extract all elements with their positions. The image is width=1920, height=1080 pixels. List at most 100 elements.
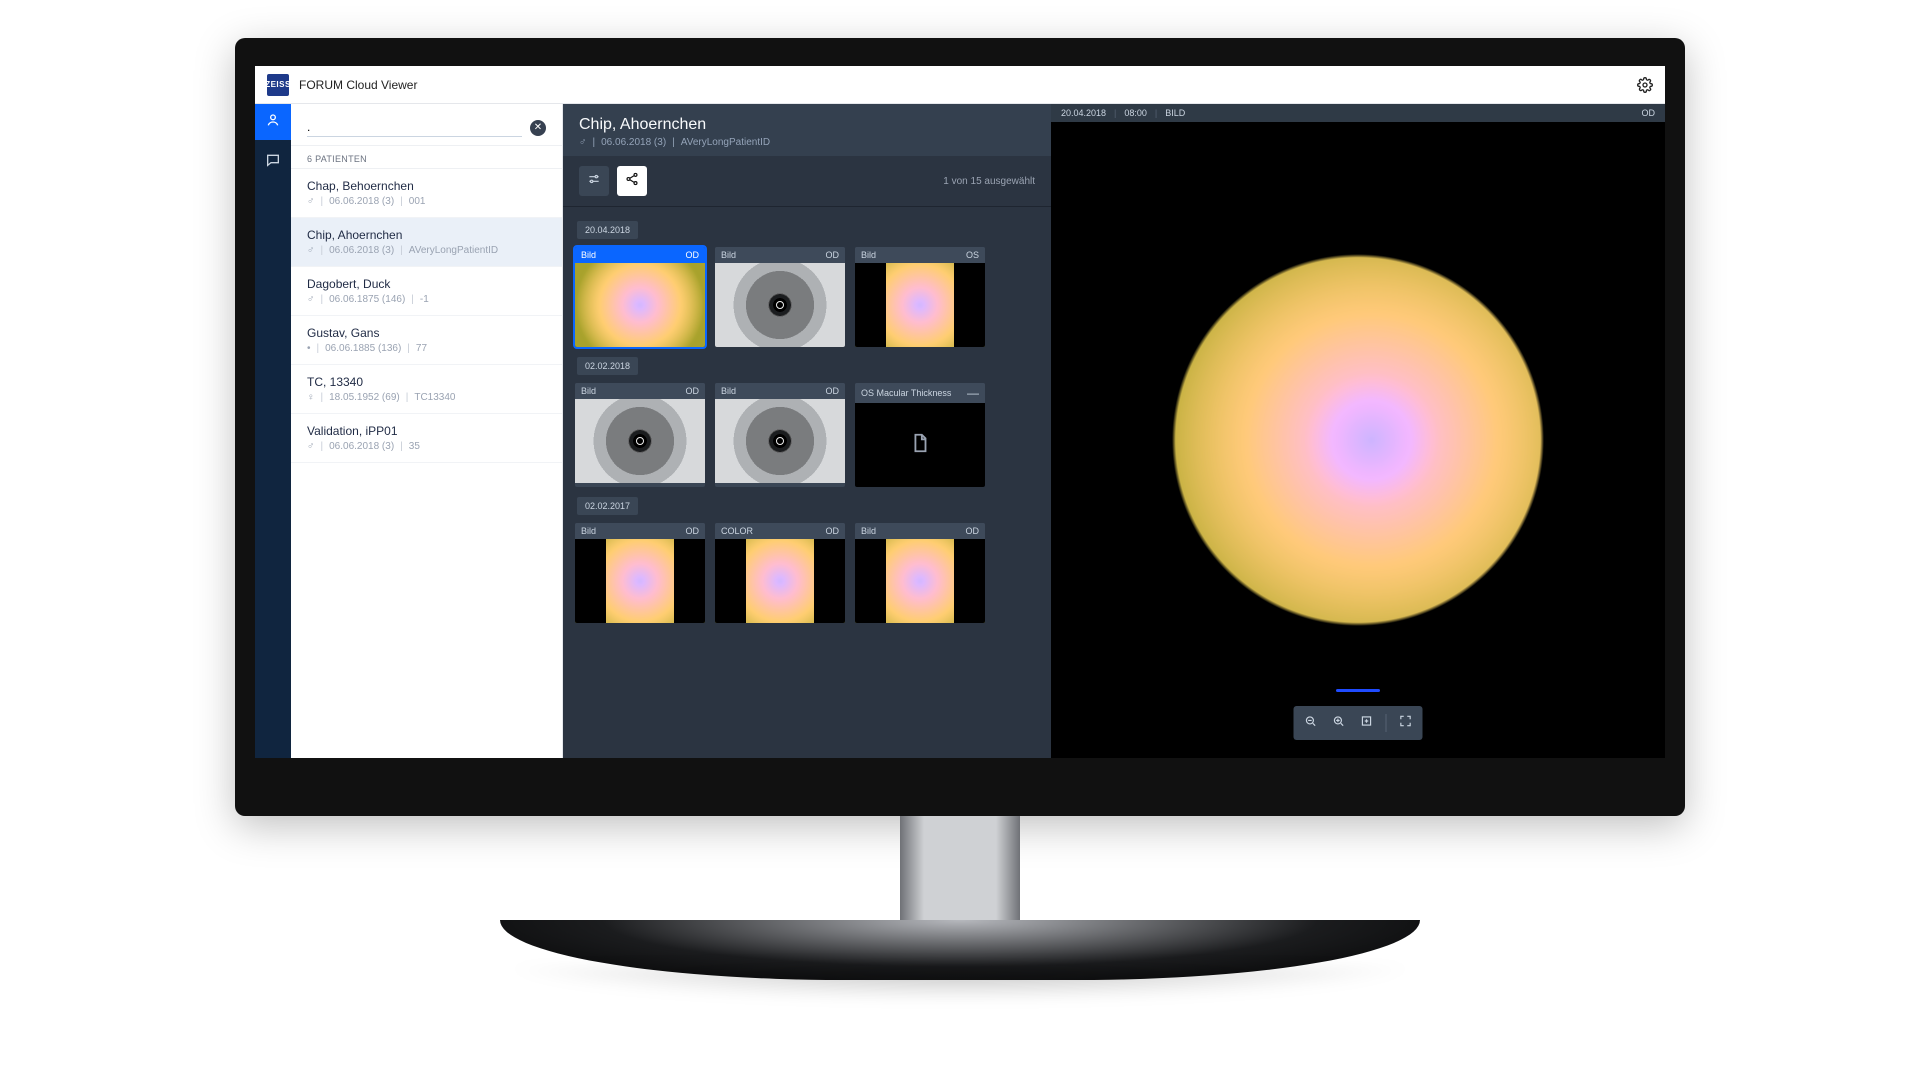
thumbnail[interactable]: Bild OD (575, 383, 705, 487)
thumbnail-image (855, 403, 985, 487)
thumbnail-gallery[interactable]: 20.04.2018 Bild OD Bild OD Bild OS 02.02… (563, 207, 1051, 758)
thumbnail[interactable]: OS Macular Thickness — (855, 383, 985, 487)
patient-item-sex: ♀ (307, 392, 315, 403)
patient-item-name: TC, 13340 (307, 375, 546, 389)
thumbnail-image (715, 539, 845, 623)
patient-item-dob: 06.06.1875 (146) (329, 294, 405, 305)
filter-button[interactable] (579, 166, 609, 196)
gear-icon[interactable] (1637, 77, 1653, 93)
person-icon (265, 112, 281, 133)
zoom-in-button[interactable] (1326, 710, 1352, 736)
patient-item-name: Dagobert, Duck (307, 277, 546, 291)
thumbnail[interactable]: Bild OD (575, 247, 705, 347)
patient-item[interactable]: Validation, iPP01 ♂ | 06.06.2018 (3) | 3… (291, 414, 562, 463)
search-input[interactable] (307, 118, 522, 137)
patient-name: Chip, Ahoernchen (579, 116, 1035, 134)
patient-item-id: -1 (420, 294, 429, 305)
thumbnail-image (715, 399, 845, 483)
viewer-eye: OD (1642, 108, 1656, 118)
fullscreen-button[interactable] (1393, 710, 1419, 736)
patient-item-dob: 06.06.2018 (3) (329, 196, 394, 207)
study-panel: Chip, Ahoernchen ♂ | 06.06.2018 (3) | AV… (563, 104, 1051, 758)
patient-item[interactable]: Chap, Behoernchen ♂ | 06.06.2018 (3) | 0… (291, 169, 562, 218)
patient-item[interactable]: Dagobert, Duck ♂ | 06.06.1875 (146) | -1 (291, 267, 562, 316)
patient-item-name: Validation, iPP01 (307, 424, 546, 438)
thumbnail-image (575, 263, 705, 347)
nav-rail (255, 104, 291, 758)
thumbnail-label: COLOR (721, 526, 753, 536)
clear-search-button[interactable]: ✕ (530, 120, 546, 136)
selection-count: 1 von 15 ausgewählt (943, 176, 1035, 187)
thumbnail-eye: OS (966, 250, 979, 260)
thumbnail-label: Bild (861, 250, 876, 260)
thumbnail-eye: OD (826, 526, 840, 536)
patient-id: AVeryLongPatientID (681, 137, 770, 148)
chat-icon (265, 152, 281, 173)
thumbnail[interactable]: Bild OD (855, 523, 985, 623)
patient-item-dob: 18.05.1952 (69) (329, 392, 400, 403)
thumbnail-eye: OD (686, 250, 700, 260)
thumbnail-label: Bild (861, 526, 876, 536)
patient-item-dob: 06.06.2018 (3) (329, 441, 394, 452)
thumbnail[interactable]: COLOR OD (715, 523, 845, 623)
thumbnail-eye: OD (966, 526, 980, 536)
image-viewer: 20.04.2018 | 08:00 | BILD OD (1051, 104, 1665, 758)
patient-item-sex: ♂ (307, 441, 315, 452)
topbar: ZEISS FORUM Cloud Viewer (255, 66, 1665, 104)
thumbnail-eye: OD (826, 250, 840, 260)
thumbnail-eye: OD (826, 386, 840, 396)
scroll-indicator (1336, 689, 1380, 692)
date-group-label: 02.02.2017 (577, 497, 638, 515)
thumbnail-image (575, 539, 705, 623)
thumbnail[interactable]: Bild OD (575, 523, 705, 623)
patient-item-dob: 06.06.2018 (3) (329, 245, 394, 256)
thumbnail-label: OS Macular Thickness (861, 388, 951, 398)
viewer-canvas[interactable] (1051, 122, 1665, 758)
patient-sidebar: ✕ 6 PATIENTEN Chap, Behoernchen ♂ | 06.0… (291, 104, 563, 758)
close-icon: ✕ (534, 123, 542, 133)
thumbnail[interactable]: Bild OS (855, 247, 985, 347)
viewer-time: 08:00 (1124, 108, 1147, 118)
patient-item[interactable]: TC, 13340 ♀ | 18.05.1952 (69) | TC13340 (291, 365, 562, 414)
app-title: FORUM Cloud Viewer (299, 78, 417, 92)
thumbnail-label: Bild (581, 386, 596, 396)
sliders-icon (587, 172, 601, 191)
brand-logo: ZEISS (267, 74, 289, 96)
viewer-meta: 20.04.2018 | 08:00 | BILD OD (1051, 104, 1665, 122)
zoom-out-button[interactable] (1298, 710, 1324, 736)
thumbnail[interactable]: Bild OD (715, 247, 845, 347)
patient-item-id: 001 (409, 196, 426, 207)
zoom-in-icon (1332, 714, 1346, 733)
patient-item-sex: ♂ (307, 245, 315, 256)
thumbnail-image (575, 399, 705, 483)
patient-item-name: Chip, Ahoernchen (307, 228, 546, 242)
thumbnail-eye: — (967, 386, 979, 400)
rail-messages[interactable] (255, 144, 291, 180)
thumbnail-image (855, 539, 985, 623)
thumbnail-label: Bild (721, 386, 736, 396)
patient-item-name: Chap, Behoernchen (307, 179, 546, 193)
viewer-toolbar (1294, 706, 1423, 740)
share-button[interactable] (617, 166, 647, 196)
thumbnail[interactable]: Bild OD (715, 383, 845, 487)
patient-item-sex: ♂ (307, 294, 315, 305)
fullscreen-icon (1399, 714, 1413, 733)
date-group-label: 20.04.2018 (577, 221, 638, 239)
patient-dob: 06.06.2018 (3) (601, 137, 666, 148)
viewer-date: 20.04.2018 (1061, 108, 1106, 118)
patient-item[interactable]: Chip, Ahoernchen ♂ | 06.06.2018 (3) | AV… (291, 218, 562, 267)
patient-item-sex: • (307, 343, 311, 354)
patient-item-name: Gustav, Gans (307, 326, 546, 340)
viewer-type: BILD (1165, 108, 1185, 118)
rail-patients[interactable] (255, 104, 291, 140)
study-header: Chip, Ahoernchen ♂ | 06.06.2018 (3) | AV… (563, 104, 1051, 156)
fit-icon (1360, 714, 1374, 733)
patient-item-id: 77 (416, 343, 427, 354)
thumbnail-label: Bild (721, 250, 736, 260)
patient-item-id: TC13340 (414, 392, 455, 403)
patient-item[interactable]: Gustav, Gans • | 06.06.1885 (136) | 77 (291, 316, 562, 365)
document-icon (909, 432, 931, 459)
share-icon (625, 172, 639, 191)
fit-button[interactable] (1354, 710, 1380, 736)
thumbnail-image (715, 263, 845, 347)
